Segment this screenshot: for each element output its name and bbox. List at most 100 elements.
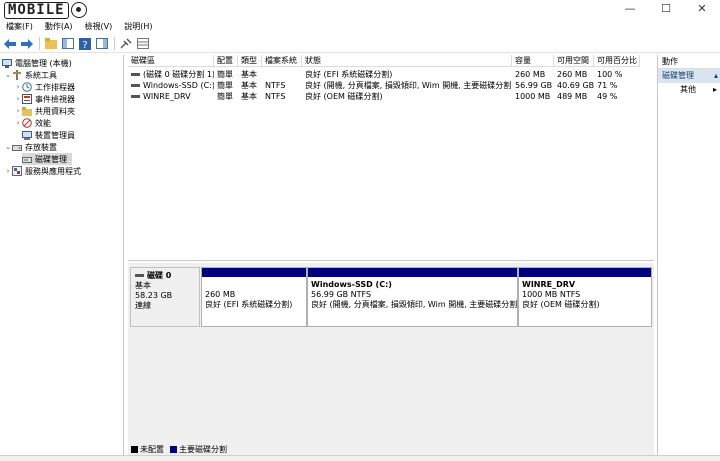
chevron-down-icon[interactable]: ⌄ bbox=[4, 143, 12, 151]
column-header-capacity[interactable]: 容量 bbox=[512, 55, 554, 67]
tree-label: 裝置管理員 bbox=[35, 130, 75, 140]
free-space-cell: 260 MB bbox=[557, 70, 588, 79]
tree-item-event-viewer[interactable]: › 事件檢視器 bbox=[14, 93, 75, 105]
volume-cell: Windows-SSD (C:) bbox=[128, 80, 214, 91]
partition-size: 260 MB bbox=[205, 290, 236, 299]
type-cell: 基本 bbox=[241, 81, 257, 90]
properties-view-icon[interactable] bbox=[95, 37, 109, 51]
status-cell: 良好 (開機, 分頁檔案, 損毀傾印, Wim 開機, 主要磁碟分割) bbox=[305, 81, 512, 90]
legend-primary-partition: 主要磁碟分割 bbox=[170, 444, 227, 455]
performance-icon bbox=[22, 118, 32, 128]
device-manager-icon bbox=[22, 130, 32, 140]
disk-management-icon bbox=[22, 154, 32, 164]
partition-windows-ssd[interactable]: Windows-SSD (C:) 56.99 GB NTFS 良好 (開機, 分… bbox=[307, 267, 518, 327]
toolbar: ? bbox=[0, 35, 720, 53]
tree-item-computer-management[interactable]: 電腦管理 (本機) bbox=[2, 57, 72, 69]
actions-section-disk-management[interactable]: 磁碟管理 ▴ bbox=[658, 69, 720, 83]
disk-graphical-view: 磁碟 0 基本 58.23 GB 連線 260 MB 良好 (EFI 系統磁碟分… bbox=[128, 263, 654, 455]
chevron-right-icon[interactable]: › bbox=[14, 119, 22, 127]
event-viewer-icon bbox=[22, 94, 32, 104]
partition-size: 1000 MB NTFS bbox=[522, 290, 581, 299]
forward-arrow-icon[interactable] bbox=[20, 37, 34, 51]
tree-item-storage[interactable]: ⌄ 存放裝置 bbox=[4, 141, 57, 153]
chevron-right-icon[interactable]: › bbox=[14, 107, 22, 115]
show-hide-console-tree-icon[interactable] bbox=[61, 37, 75, 51]
column-header-volume[interactable]: 磁碟區 bbox=[128, 55, 214, 67]
percent-free-cell: 71 % bbox=[597, 81, 618, 90]
column-header-layout[interactable]: 配置 bbox=[214, 55, 238, 67]
partition-size: 56.99 GB NTFS bbox=[311, 290, 372, 299]
partition-winre[interactable]: WINRE_DRV 1000 MB NTFS 良好 (OEM 磁碟分割) bbox=[518, 267, 652, 327]
partition-status: 良好 (開機, 分頁檔案, 損毀傾印, Wim 開機, 主要磁碟分割) bbox=[311, 300, 517, 309]
column-header-percent-free[interactable]: 可用百分比 bbox=[594, 55, 640, 67]
chevron-down-icon[interactable]: ⌄ bbox=[4, 71, 12, 79]
layout-cell: 簡單 bbox=[217, 92, 233, 101]
percent-free-cell: 49 % bbox=[597, 92, 618, 101]
actions-more-actions[interactable]: 其他 ▸ bbox=[658, 83, 720, 96]
volume-cell: WINRE_DRV bbox=[128, 91, 214, 102]
tree-item-services-applications[interactable]: › 服務與應用程式 bbox=[4, 165, 81, 177]
minimize-button[interactable]: — bbox=[612, 0, 648, 20]
tree-item-system-tools[interactable]: ⌄ 系統工具 bbox=[4, 69, 57, 81]
up-folder-icon[interactable] bbox=[44, 37, 58, 51]
tree-item-task-scheduler[interactable]: › 工作排程器 bbox=[14, 81, 75, 93]
tree-item-shared-folders[interactable]: › 共用資料夾 bbox=[14, 105, 75, 117]
type-cell: 基本 bbox=[241, 92, 257, 101]
task-scheduler-icon bbox=[22, 82, 32, 92]
column-header-free-space[interactable]: 可用空間 bbox=[554, 55, 594, 67]
disk-view-icon[interactable] bbox=[136, 37, 150, 51]
menu-help[interactable]: 說明(H) bbox=[124, 20, 152, 34]
computer-icon bbox=[2, 58, 12, 68]
volume-list: 磁碟區 配置 類型 檔案系統 狀態 容量 可用空間 可用百分比 (磁碟 0 磁碟… bbox=[128, 55, 654, 261]
tree-label: 效能 bbox=[35, 118, 51, 128]
column-header-status[interactable]: 狀態 bbox=[302, 55, 512, 67]
logo-eye-icon bbox=[70, 2, 87, 18]
menu-view[interactable]: 檢視(V) bbox=[85, 20, 113, 34]
toolbar-separator bbox=[114, 37, 115, 50]
toolbar-separator bbox=[39, 37, 40, 50]
logo-text: MOBILE bbox=[4, 1, 69, 19]
partition-name bbox=[205, 280, 303, 290]
filesystem-cell: NTFS bbox=[265, 81, 286, 90]
collapse-caret-icon[interactable]: ▴ bbox=[714, 69, 718, 83]
volume-icon bbox=[131, 84, 140, 87]
connect-icon[interactable] bbox=[119, 37, 133, 51]
tree-item-disk-management[interactable]: 磁碟管理 bbox=[22, 153, 72, 165]
back-arrow-icon[interactable] bbox=[3, 37, 17, 51]
unallocated-swatch bbox=[131, 445, 138, 453]
services-icon bbox=[12, 166, 22, 176]
layout-cell: 簡單 bbox=[217, 81, 233, 90]
partition-efi[interactable]: 260 MB 良好 (EFI 系統磁碟分割) bbox=[201, 267, 307, 327]
close-button[interactable]: ✕ bbox=[684, 0, 720, 20]
legend: 未配置 主要磁碟分割 bbox=[128, 443, 654, 455]
tree-item-device-manager[interactable]: 裝置管理員 bbox=[22, 129, 75, 141]
menu-action[interactable]: 動作(A) bbox=[45, 20, 73, 34]
status-cell: 良好 (EFI 系統磁碟分割) bbox=[305, 70, 393, 79]
column-header-type[interactable]: 類型 bbox=[238, 55, 262, 67]
tree-label: 服務與應用程式 bbox=[25, 166, 81, 176]
capacity-cell: 260 MB bbox=[515, 70, 546, 79]
column-header-filesystem[interactable]: 檔案系統 bbox=[262, 55, 302, 67]
chevron-right-icon[interactable]: › bbox=[14, 83, 22, 91]
mobile01-logo: MOBILE bbox=[4, 1, 87, 19]
tree-label: 共用資料夾 bbox=[35, 106, 75, 116]
svg-text:?: ? bbox=[82, 40, 87, 50]
primary-partition-bar bbox=[202, 268, 306, 277]
title-bar: MOBILE — ☐ ✕ bbox=[0, 0, 720, 20]
chevron-right-icon[interactable]: › bbox=[14, 95, 22, 103]
tree-label: 存放裝置 bbox=[25, 142, 57, 152]
menu-bar: 檔案(F) 動作(A) 檢視(V) 說明(H) bbox=[0, 20, 720, 34]
help-icon[interactable]: ? bbox=[78, 37, 92, 51]
primary-partition-bar bbox=[519, 268, 651, 277]
menu-file[interactable]: 檔案(F) bbox=[6, 20, 33, 34]
chevron-right-icon[interactable]: › bbox=[4, 167, 12, 175]
maximize-button[interactable]: ☐ bbox=[648, 0, 684, 20]
disk-icon bbox=[135, 274, 144, 277]
disk-0-label[interactable]: 磁碟 0 基本 58.23 GB 連線 bbox=[130, 267, 200, 327]
disk-size: 58.23 GB bbox=[135, 291, 173, 300]
tree-item-performance[interactable]: › 效能 bbox=[14, 117, 51, 129]
capacity-cell: 1000 MB bbox=[515, 92, 551, 101]
shared-folder-icon bbox=[22, 106, 32, 116]
legend-unallocated: 未配置 bbox=[131, 444, 164, 455]
partition-name: WINRE_DRV bbox=[522, 280, 576, 289]
